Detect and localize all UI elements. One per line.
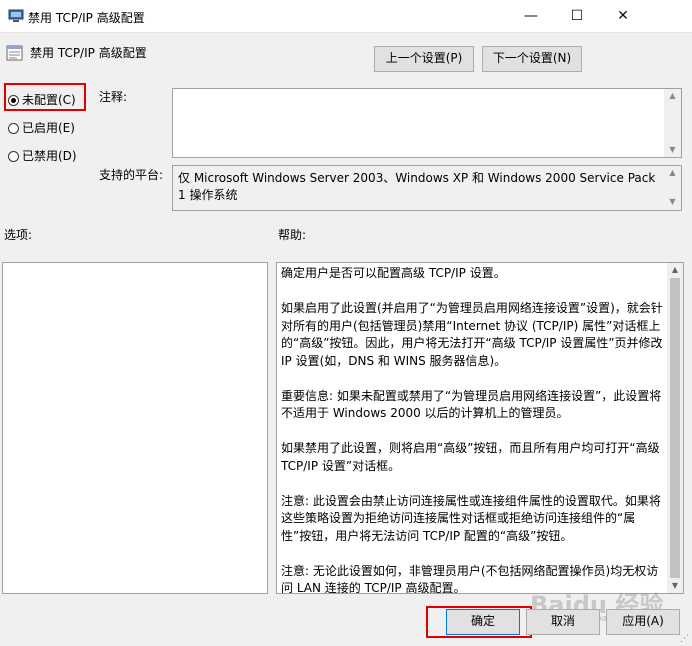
scroll-up-icon[interactable]: ▲ xyxy=(667,263,683,277)
next-setting-button[interactable]: 下一个设置(N) xyxy=(482,46,582,72)
scroll-up-icon[interactable]: ▲ xyxy=(664,89,681,103)
resize-grip-icon[interactable]: ⋰ xyxy=(680,634,690,644)
scroll-up-icon[interactable]: ▲ xyxy=(664,166,681,180)
maximize-button[interactable]: ☐ xyxy=(554,0,600,32)
radio-enabled-label: 已启用(E) xyxy=(22,121,75,135)
radio-disabled-label: 已禁用(D) xyxy=(22,149,77,163)
cancel-button[interactable]: 取消 xyxy=(526,609,600,635)
annotation-highlight-box xyxy=(4,83,86,111)
options-label: 选项: xyxy=(4,228,33,242)
supported-platform-text: 仅 Microsoft Windows Server 2003、Windows … xyxy=(178,171,656,202)
comment-textarea[interactable] xyxy=(172,88,682,158)
help-text: 确定用户是否可以配置高级 TCP/IP 设置。 如果启用了此设置(并启用了“为管… xyxy=(281,265,665,593)
app-icon xyxy=(8,8,24,24)
scroll-down-icon[interactable]: ▼ xyxy=(664,195,681,209)
minimize-button[interactable]: — xyxy=(508,0,554,32)
help-paragraph: 如果启用了此设置(并启用了“为管理员启用网络连接设置”设置)，就会针对所有的用户… xyxy=(281,301,663,368)
radio-unselected-icon xyxy=(8,123,19,134)
close-button[interactable]: ✕ xyxy=(600,0,646,32)
help-pane: 确定用户是否可以配置高级 TCP/IP 设置。 如果启用了此设置(并启用了“为管… xyxy=(276,262,684,594)
window-title: 禁用 TCP/IP 高级配置 xyxy=(28,11,145,25)
help-paragraph: 重要信息: 如果未配置或禁用了“为管理员启用网络连接设置”，此设置将不适用于 W… xyxy=(281,388,662,421)
supported-platform-label: 支持的平台: xyxy=(99,168,164,182)
comment-label: 注释: xyxy=(99,90,128,104)
help-label: 帮助: xyxy=(278,228,307,242)
help-paragraph: 注意: 此设置会由禁止访问连接属性或连接组件属性的设置取代。如果将这些策略设置为… xyxy=(281,493,661,543)
previous-setting-button[interactable]: 上一个设置(P) xyxy=(374,46,474,72)
radio-unselected-icon xyxy=(8,151,19,162)
scroll-down-icon[interactable]: ▼ xyxy=(664,143,681,157)
apply-button[interactable]: 应用(A) xyxy=(606,609,680,635)
help-paragraph: 如果禁用了此设置，则将启用“高级”按钮，而且所有用户均可打开“高级 TCP/IP… xyxy=(281,441,660,473)
radio-disabled[interactable]: 已禁用(D) xyxy=(8,147,77,163)
options-pane xyxy=(2,262,268,594)
radio-enabled[interactable]: 已启用(E) xyxy=(8,119,75,135)
help-scrollbar-thumb[interactable] xyxy=(670,278,680,578)
help-paragraph: 确定用户是否可以配置高级 TCP/IP 设置。 xyxy=(281,266,506,280)
policy-icon xyxy=(6,44,24,62)
scroll-down-icon[interactable]: ▼ xyxy=(667,579,683,593)
policy-title: 禁用 TCP/IP 高级配置 xyxy=(30,46,147,60)
annotation-highlight-box xyxy=(426,606,532,638)
